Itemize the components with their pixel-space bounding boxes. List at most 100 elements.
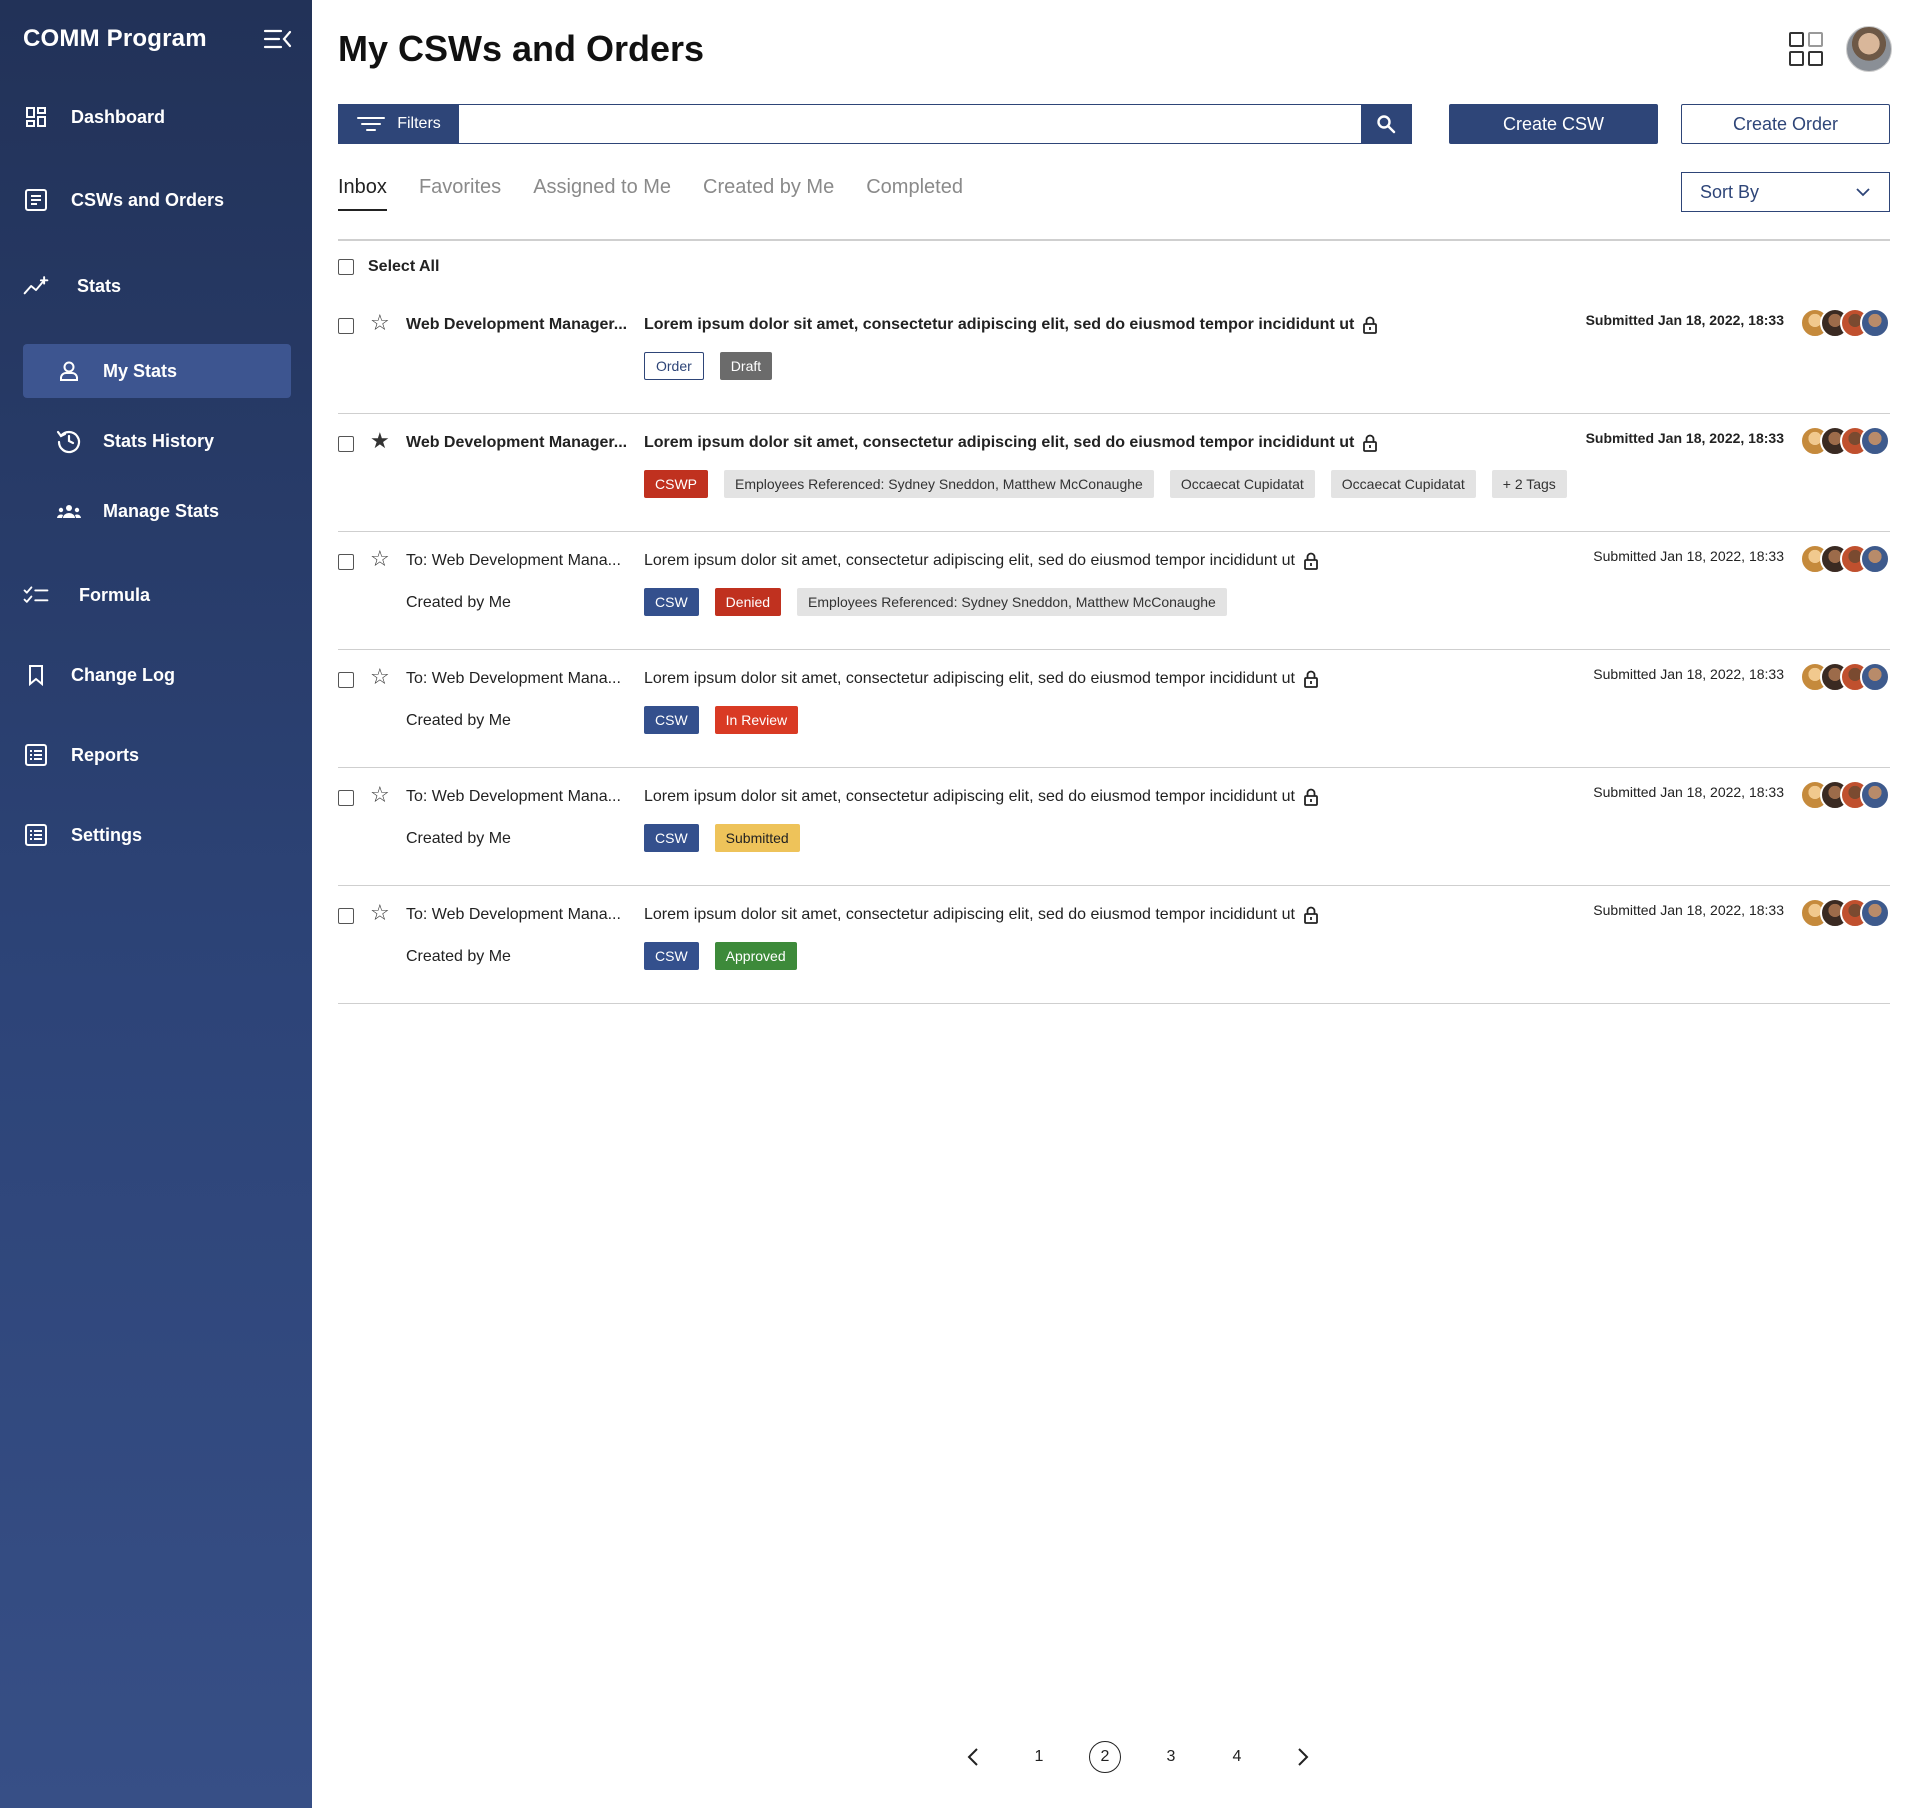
row-tags: CSW In Review [644, 706, 799, 734]
sidebar-item-change-log[interactable]: Change Log [23, 655, 291, 695]
sidebar-item-dashboard[interactable]: Dashboard [23, 97, 291, 137]
sidebar-item-label: Stats [77, 275, 122, 296]
page-number: 4 [1232, 1748, 1242, 1765]
participant-avatars[interactable] [1800, 780, 1890, 810]
create-csw-button[interactable]: Create CSW [1449, 104, 1658, 144]
list-item[interactable]: ☆ To: Web Development Mana... Created by M… [338, 650, 1890, 768]
star-filled-icon[interactable]: ★ [370, 430, 390, 452]
filter-icon [357, 117, 386, 131]
list-item[interactable]: ☆ To: Web Development Mana... Created by M… [338, 886, 1890, 1004]
tab-completed[interactable]: Completed [866, 176, 963, 211]
page-1[interactable]: 1 [1006, 1740, 1072, 1774]
list-item[interactable]: ☆ Web Development Manager... Lorem ipsum d… [338, 296, 1890, 414]
tag-badge: CSW [644, 942, 699, 970]
document-icon [23, 187, 49, 213]
row-checkbox[interactable] [338, 908, 354, 924]
tab-favorites[interactable]: Favorites [419, 176, 501, 211]
row-description: Lorem ipsum dolor sit amet, consectetur … [644, 316, 1378, 334]
star-outline-icon[interactable]: ☆ [370, 312, 390, 334]
sidebar-item-csws-orders[interactable]: CSWs and Orders [23, 180, 291, 220]
row-checkbox[interactable] [338, 318, 354, 334]
user-avatar[interactable] [1846, 26, 1892, 72]
row-created-by: Created by Me [406, 594, 511, 611]
row-created-by: Created by Me [406, 948, 511, 965]
dashboard-icon [23, 104, 49, 130]
row-description-text: Lorem ipsum dolor sit amet, consectetur … [644, 906, 1295, 923]
participant-avatars[interactable] [1800, 662, 1890, 692]
star-outline-icon[interactable]: ☆ [370, 902, 390, 924]
sidebar-item-label: CSWs and Orders [71, 189, 225, 210]
collapse-menu-icon[interactable] [263, 27, 293, 51]
tab-assigned-to-me[interactable]: Assigned to Me [533, 176, 671, 211]
row-description-text: Lorem ipsum dolor sit amet, consectetur … [644, 434, 1355, 451]
sidebar-subitem-my-stats[interactable]: My Stats [23, 344, 291, 398]
page-number: 1 [1034, 1748, 1044, 1765]
row-checkbox[interactable] [338, 436, 354, 452]
checklist-icon [23, 582, 49, 608]
tab-inbox[interactable]: Inbox [338, 176, 387, 211]
prev-page-button[interactable] [940, 1740, 1006, 1774]
page-number: 2 [1089, 1741, 1121, 1773]
pagination: 1 2 3 4 [940, 1740, 1336, 1774]
row-subject: To: Web Development Mana... [406, 788, 621, 805]
star-outline-icon[interactable]: ☆ [370, 666, 390, 688]
row-description: Lorem ipsum dolor sit amet, consectetur … [644, 552, 1319, 570]
star-outline-icon[interactable]: ☆ [370, 784, 390, 806]
tag-badge: Approved [714, 942, 797, 970]
row-tags: Order Draft [644, 352, 773, 380]
page-4[interactable]: 4 [1204, 1740, 1270, 1774]
trending-chart-icon [23, 273, 49, 299]
next-page-button[interactable] [1270, 1740, 1336, 1774]
page-2-current[interactable]: 2 [1072, 1740, 1138, 1774]
lock-icon [1304, 670, 1318, 688]
list-item[interactable]: ★ Web Development Manager... Lorem ipsum d… [338, 414, 1890, 532]
participant-avatars[interactable] [1800, 426, 1890, 456]
participant-avatars[interactable] [1800, 898, 1890, 928]
sidebar-item-stats[interactable]: Stats [23, 266, 291, 306]
row-checkbox[interactable] [338, 554, 354, 570]
row-description: Lorem ipsum dolor sit amet, consectetur … [644, 788, 1319, 806]
filters-button[interactable]: Filters [339, 105, 459, 143]
chevron-right-icon [1298, 1748, 1309, 1766]
sidebar-subitem-stats-history[interactable]: Stats History [23, 414, 291, 468]
tag-badge[interactable]: + 2 Tags [1491, 470, 1567, 498]
bookmark-icon [23, 662, 49, 688]
chevron-down-icon [1856, 188, 1870, 197]
sidebar-subitem-manage-stats[interactable]: Manage Stats [23, 484, 291, 538]
row-submitted-date: Submitted Jan 18, 2022, 18:33 [1593, 784, 1784, 800]
select-all-checkbox[interactable] [338, 259, 354, 275]
select-all-label: Select All [368, 258, 440, 275]
tab-created-by-me[interactable]: Created by Me [703, 176, 834, 211]
row-checkbox[interactable] [338, 672, 354, 688]
search-bar: Filters [338, 104, 1412, 144]
participant-avatars[interactable] [1800, 308, 1890, 338]
page-3[interactable]: 3 [1138, 1740, 1204, 1774]
list-item[interactable]: ☆ To: Web Development Mana... Created by M… [338, 532, 1890, 650]
avatar [1860, 780, 1890, 810]
row-description-text: Lorem ipsum dolor sit amet, consectetur … [644, 670, 1295, 687]
list-item[interactable]: ☆ To: Web Development Mana... Created by M… [338, 768, 1890, 886]
participant-avatars[interactable] [1800, 544, 1890, 574]
row-description-text: Lorem ipsum dolor sit amet, consectetur … [644, 316, 1355, 333]
create-order-button[interactable]: Create Order [1681, 104, 1890, 144]
search-button[interactable] [1361, 105, 1411, 143]
avatar [1860, 544, 1890, 574]
row-created-by: Created by Me [406, 712, 511, 729]
sidebar-item-label: Reports [71, 744, 140, 765]
row-checkbox[interactable] [338, 790, 354, 806]
lock-icon [1304, 552, 1318, 570]
apps-grid-icon[interactable] [1788, 31, 1824, 67]
sidebar-item-settings[interactable]: Settings [23, 815, 291, 855]
sidebar-item-reports[interactable]: Reports [23, 735, 291, 775]
row-subject: Web Development Manager... [406, 316, 628, 333]
filters-label: Filters [397, 115, 441, 132]
search-input[interactable] [459, 105, 1361, 143]
sort-by-dropdown[interactable]: Sort By [1681, 172, 1890, 212]
star-outline-icon[interactable]: ☆ [370, 548, 390, 570]
tag-badge: Employees Referenced: Sydney Sneddon, Ma… [724, 470, 1154, 498]
sidebar-item-formula[interactable]: Formula [23, 575, 291, 615]
sidebar: COMM Program Dashboard CSWs and Orders S… [0, 0, 312, 1808]
sidebar-header: COMM Program [23, 22, 293, 56]
divider [338, 239, 1890, 241]
tag-badge: CSW [644, 588, 699, 616]
